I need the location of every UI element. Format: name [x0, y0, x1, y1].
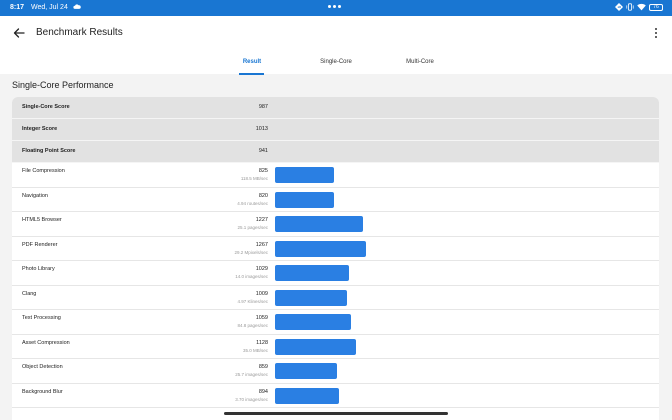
location-diamond-icon [615, 3, 623, 11]
back-arrow-icon[interactable] [11, 25, 27, 41]
summary-row-integer: Integer Score 1013 [12, 119, 659, 141]
home-indicator[interactable] [224, 412, 448, 415]
multiwindow-dots-icon[interactable] [328, 5, 341, 8]
cloud-icon [73, 4, 81, 9]
battery-icon: 76 [649, 3, 663, 11]
benchmark-bar [275, 167, 335, 183]
benchmark-score: 859 [258, 364, 268, 370]
benchmark-bar [275, 240, 366, 257]
benchmark-name: Navigation [22, 192, 48, 199]
benchmark-name: Background Blur [22, 388, 63, 395]
benchmark-bar [275, 265, 349, 281]
results-card: Single-Core Score 987 Integer Score 1013… [12, 97, 659, 420]
benchmark-rate: 4.94 routes/sec [237, 200, 268, 206]
benchmark-rate: 84.8 pages/sec [237, 323, 268, 328]
benchmark-name: File Compression [22, 168, 65, 174]
benchmark-row-html5-browser: HTML5 Browser 1227 25.1 pages/sec [12, 212, 659, 237]
benchmark-name: Text Processing [22, 315, 61, 321]
benchmark-row-clang: Clang 1009 4.97 Klines/sec [12, 286, 659, 310]
benchmark-row-photo-library: Photo Library 1029 14.0 images/sec [12, 261, 659, 286]
vibrate-icon [626, 3, 634, 11]
benchmark-score: 1009 [255, 290, 268, 297]
benchmark-rate: 35.0 MB/sec [242, 347, 268, 353]
benchmark-name: Photo Library [22, 266, 55, 272]
summary-label: Single-Core Score [22, 104, 70, 110]
benchmark-name: HTML5 Browser [22, 217, 62, 223]
tab-multi-core[interactable]: Multi-Core [406, 59, 434, 65]
benchmark-rate: 3.70 images/sec [235, 396, 268, 402]
benchmark-rate: 4.97 Klines/sec [237, 298, 268, 304]
summary-row-floating-point: Floating Point Score 941 [12, 141, 659, 163]
benchmark-score: 825 [258, 168, 268, 174]
benchmark-bar [275, 314, 351, 330]
benchmark-row-background-blur: Background Blur 894 3.70 images/sec [12, 384, 659, 408]
wifi-icon [637, 3, 646, 11]
benchmark-score: 1029 [255, 266, 268, 272]
summary-score: 941 [258, 148, 268, 154]
benchmark-bar [275, 338, 356, 355]
benchmark-bar [275, 191, 334, 208]
status-icons: 76 [615, 3, 663, 11]
status-time: 8:17 [10, 4, 25, 11]
overflow-menu-icon[interactable] [648, 25, 664, 41]
benchmark-name: Clang [22, 290, 37, 297]
benchmark-bar [275, 289, 348, 306]
summary-label: Integer Score [22, 126, 58, 132]
benchmark-bar [275, 363, 337, 379]
benchmark-row-file-compression: File Compression 825 118.5 MB/sec [12, 163, 659, 188]
benchmark-score: 1267 [255, 241, 268, 248]
benchmark-row-text-processing: Text Processing 1059 84.8 pages/sec [12, 310, 659, 335]
benchmark-row-pdf-renderer: PDF Renderer 1267 29.2 Mpixels/sec [12, 237, 659, 261]
summary-score: 987 [258, 104, 268, 110]
benchmark-bar [275, 216, 363, 232]
benchmark-name: PDF Renderer [22, 241, 58, 248]
benchmark-rate: 14.0 images/sec [235, 274, 268, 279]
active-tab-indicator [239, 73, 264, 75]
summary-label: Floating Point Score [22, 148, 76, 154]
benchmark-rate: 25.7 images/sec [235, 372, 268, 377]
benchmark-rate: 118.5 MB/sec [240, 176, 268, 181]
benchmark-score: 1128 [256, 339, 268, 346]
tab-single-core[interactable]: Single-Core [320, 59, 352, 65]
page-title: Benchmark Results [36, 27, 123, 38]
tab-result[interactable]: Result [243, 59, 261, 65]
benchmark-row-navigation: Navigation 820 4.94 routes/sec [12, 188, 659, 212]
benchmark-score: 820 [258, 192, 268, 199]
benchmark-rate: 29.2 Mpixels/sec [234, 249, 268, 255]
benchmark-rate: 25.1 pages/sec [237, 225, 268, 230]
section-title: Single-Core Performance [12, 80, 114, 90]
benchmark-name: Asset Compression [22, 339, 70, 346]
benchmark-row-object-detection: Object Detection 859 25.7 images/sec [12, 359, 659, 384]
benchmark-row-asset-compression: Asset Compression 1128 35.0 MB/sec [12, 335, 659, 359]
benchmark-score: 1227 [255, 217, 268, 223]
summary-row-single-core: Single-Core Score 987 [12, 97, 659, 119]
app-bar: Benchmark Results Result Single-Core Mul… [0, 16, 672, 75]
summary-score: 1013 [255, 126, 268, 132]
benchmark-score: 894 [258, 388, 268, 395]
benchmark-bar [275, 387, 339, 404]
benchmark-score: 1059 [255, 315, 268, 321]
status-date: Wed, Jul 24 [31, 4, 68, 11]
status-bar: 8:17 Wed, Jul 24 76 [0, 0, 672, 16]
benchmark-name: Object Detection [22, 364, 63, 370]
